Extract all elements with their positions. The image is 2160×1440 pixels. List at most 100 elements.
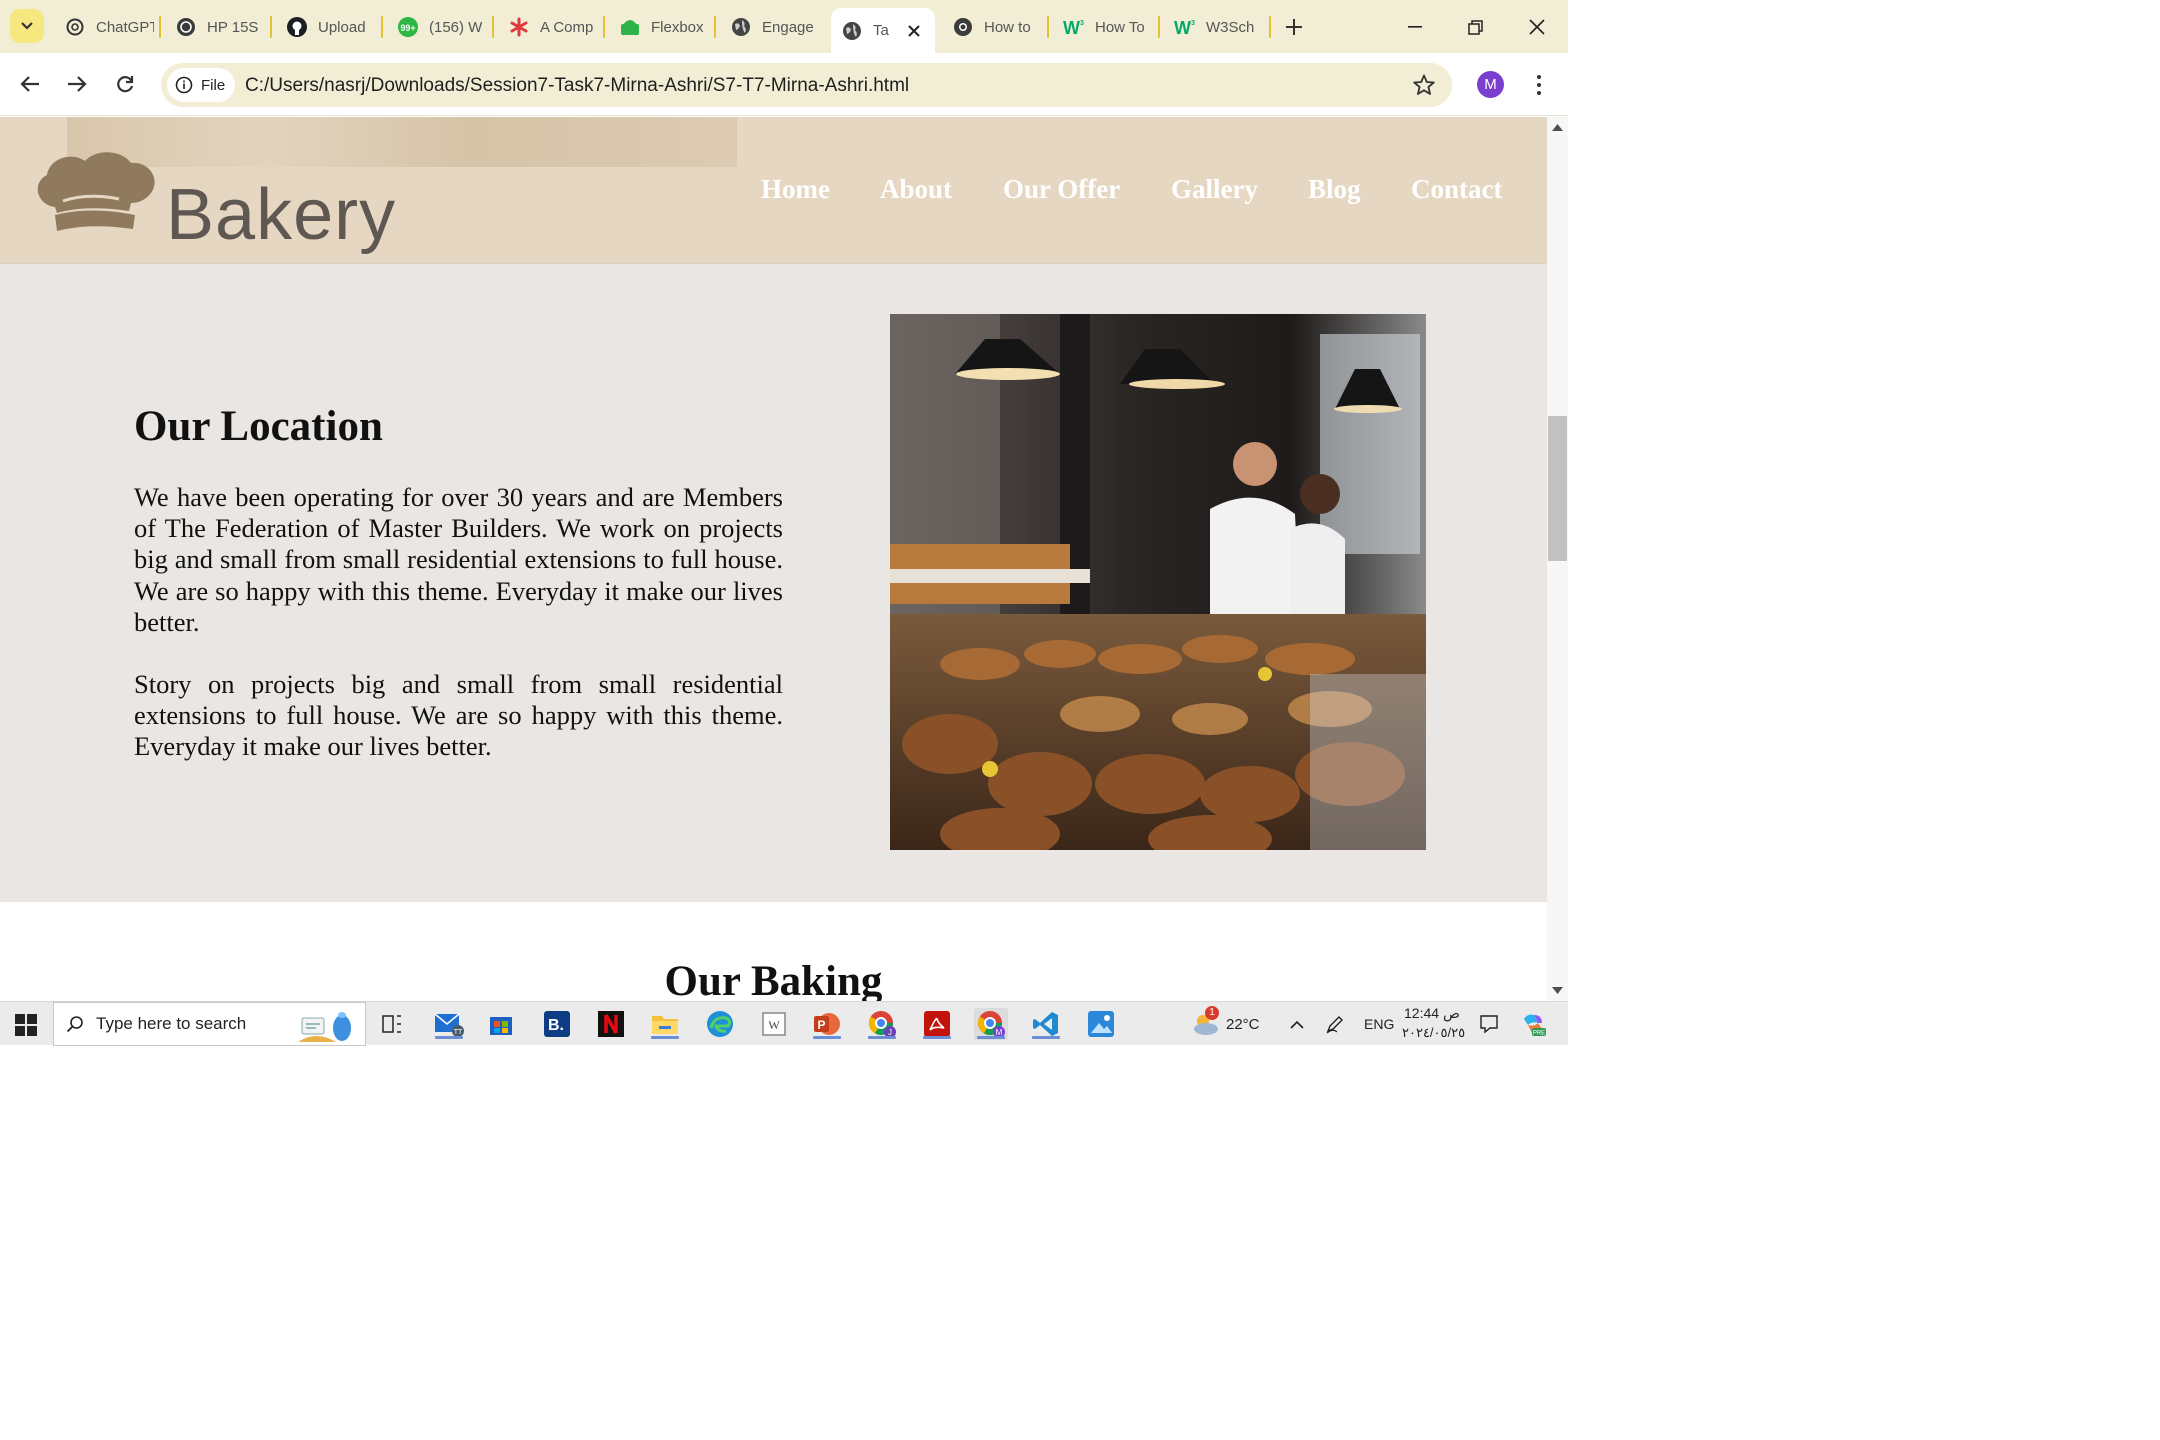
taskbar-search-box[interactable]: Type here to search (53, 1002, 366, 1046)
booking-app[interactable]: B. (540, 1008, 574, 1040)
clock-time[interactable]: 12:44 ص (1404, 1005, 1460, 1022)
pen-icon (1326, 1016, 1343, 1034)
tab-separator (492, 16, 494, 38)
active-indicator (813, 1036, 841, 1039)
svg-text:W: W (768, 1018, 780, 1032)
triangle-up-icon (1552, 124, 1563, 131)
acrobat-app[interactable] (920, 1008, 954, 1040)
windows-start-button[interactable] (15, 1014, 37, 1036)
show-hidden-icons-button[interactable] (1280, 1008, 1314, 1040)
weather-badge: 1 (1205, 1006, 1219, 1020)
tab-separator (1047, 16, 1049, 38)
nav-contact[interactable]: Contact (1411, 174, 1502, 205)
powerpoint-app[interactable]: P (810, 1008, 844, 1040)
windows-logo-icon (15, 1014, 37, 1036)
chevron-up-icon (1290, 1020, 1304, 1029)
tab-how-to-w3[interactable]: W3 How To (1053, 9, 1153, 45)
bakery-logo[interactable]: Bakery (33, 145, 433, 251)
location-title: Our Location (134, 403, 383, 450)
plus-icon (1286, 19, 1302, 35)
input-language[interactable]: ENG (1364, 1016, 1394, 1032)
tab-separator (1158, 16, 1160, 38)
file-explorer-app[interactable] (648, 1008, 682, 1040)
tab-w3schools[interactable]: W3 W3Sch (1164, 9, 1264, 45)
tab-separator (159, 16, 161, 38)
whatsapp-icon: 99+ (397, 16, 419, 38)
search-highlight-illustration-icon (298, 1012, 352, 1042)
active-indicator (923, 1036, 951, 1039)
copilot-button[interactable]: PRE (1516, 1008, 1550, 1040)
tab-search-button[interactable] (10, 9, 44, 43)
tab-a-comp[interactable]: A Comp (498, 9, 598, 45)
close-window-button[interactable] (1522, 12, 1552, 42)
browser-tab-strip: ChatGPT HP 15S Upload 99+ (156) W A Comp… (0, 0, 1568, 53)
chef-hat-icon (37, 152, 155, 231)
document-icon: W (762, 1012, 786, 1036)
forward-button[interactable] (62, 69, 92, 99)
weather-temperature[interactable]: 22°C (1226, 1016, 1260, 1033)
nav-gallery[interactable]: Gallery (1171, 174, 1258, 205)
clock-date[interactable]: ٢٠٢٤/٠٥/٢٥ (1402, 1025, 1465, 1041)
chrome-profile-m-app[interactable]: M (974, 1008, 1008, 1040)
nav-our-offer[interactable]: Our Offer (1003, 174, 1120, 205)
close-icon (1529, 19, 1545, 35)
chrome-icon: J (869, 1011, 896, 1038)
arrow-right-icon (68, 76, 87, 92)
mail-app[interactable]: TT (432, 1008, 466, 1040)
location-paragraph: Story on projects big and small from sma… (134, 669, 783, 762)
scroll-thumb[interactable] (1548, 416, 1567, 561)
tab-whatsapp[interactable]: 99+ (156) W (387, 9, 487, 45)
tab-hp[interactable]: HP 15S (165, 9, 265, 45)
tab-separator (270, 16, 272, 38)
address-bar[interactable]: File C:/Users/nasrj/Downloads/Session7-T… (161, 63, 1452, 107)
scroll-up-button[interactable] (1551, 121, 1564, 134)
minimize-button[interactable] (1400, 12, 1430, 42)
bookmark-star-button[interactable] (1412, 73, 1436, 97)
vscode-icon (1033, 1012, 1058, 1036)
logo-text: Bakery (166, 175, 397, 255)
nav-blog[interactable]: Blog (1308, 174, 1361, 205)
svg-text:B.: B. (548, 1017, 564, 1034)
w3schools-icon: W3 (1063, 16, 1085, 38)
browser-menu-button[interactable] (1528, 70, 1550, 100)
word-pad-app[interactable]: W (757, 1008, 791, 1040)
store-icon (490, 1017, 512, 1035)
location-section: Our Location We have been operating for … (0, 264, 1547, 902)
tab-engage[interactable]: Engage (720, 9, 820, 45)
site-info-chip[interactable]: File (167, 68, 235, 102)
profile-avatar[interactable]: M (1477, 71, 1504, 98)
chrome-profile-j-app[interactable]: J (865, 1008, 899, 1040)
tab-how-to[interactable]: How to (942, 9, 1042, 45)
tab-github-upload[interactable]: Upload (276, 9, 376, 45)
photos-app[interactable] (1084, 1008, 1118, 1040)
tab-separator (381, 16, 383, 38)
notifications-button[interactable] (1472, 1008, 1506, 1040)
netflix-app[interactable] (594, 1008, 628, 1040)
tab-flexbox[interactable]: Flexbox (609, 9, 709, 45)
scroll-down-button[interactable] (1551, 984, 1564, 997)
edge-app[interactable] (703, 1008, 737, 1040)
pen-settings-button[interactable] (1318, 1008, 1352, 1040)
page-scrollbar[interactable] (1547, 117, 1568, 1001)
new-tab-button[interactable] (1281, 14, 1307, 40)
back-button[interactable] (15, 69, 45, 99)
tab-active[interactable]: Ta (831, 8, 935, 53)
edge-icon (707, 1011, 733, 1037)
url-text[interactable]: C:/Users/nasrj/Downloads/Session7-Task7-… (245, 75, 909, 97)
android-icon (619, 16, 641, 38)
task-view-button[interactable] (375, 1008, 409, 1040)
reload-button[interactable] (110, 69, 140, 99)
nav-about[interactable]: About (880, 174, 952, 205)
search-icon (66, 1016, 83, 1033)
close-tab-icon[interactable] (907, 24, 921, 38)
chrome-icon: M (978, 1011, 1005, 1038)
page-viewport: Bakery Home About Our Offer Gallery Blog… (0, 117, 1547, 1001)
restore-button[interactable] (1460, 12, 1490, 42)
vscode-app[interactable] (1029, 1008, 1063, 1040)
tab-chatgpt[interactable]: ChatGPT (54, 9, 154, 45)
microsoft-store-app[interactable] (484, 1008, 518, 1040)
svg-text:3: 3 (1080, 20, 1084, 27)
triangle-down-icon (1552, 987, 1563, 994)
nav-home[interactable]: Home (761, 174, 830, 205)
tab-separator (1269, 16, 1271, 38)
